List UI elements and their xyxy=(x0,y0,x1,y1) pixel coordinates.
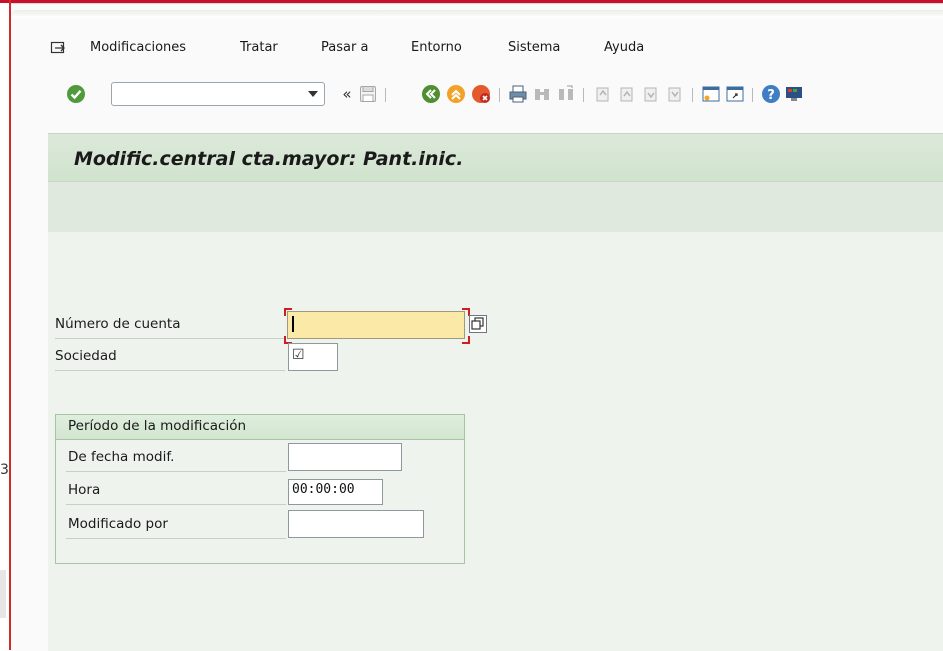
standard-toolbar: « ? xyxy=(11,80,943,110)
focus-corner-tl xyxy=(284,308,292,316)
back-icon[interactable] xyxy=(421,84,441,104)
label-underline xyxy=(55,338,285,339)
changed-by-input[interactable] xyxy=(288,510,424,538)
svg-text:?: ? xyxy=(767,88,775,103)
company-code-checkbox[interactable]: ☑ xyxy=(288,343,338,371)
menu-ayuda[interactable]: Ayuda xyxy=(604,40,644,55)
page-title: Modific.central cta.mayor: Pant.inic. xyxy=(74,148,464,170)
first-page-icon[interactable] xyxy=(593,84,613,104)
title-bar: Modific.central cta.mayor: Pant.inic. xyxy=(48,133,943,182)
command-field[interactable] xyxy=(111,82,325,106)
sap-gui-window: Modificaciones Tratar Pasar a Entorno Si… xyxy=(11,3,943,651)
next-page-icon[interactable] xyxy=(641,84,661,104)
last-page-icon[interactable] xyxy=(665,84,685,104)
customize-layout-icon[interactable] xyxy=(784,84,804,104)
label-underline xyxy=(66,538,286,539)
company-code-label: Sociedad xyxy=(55,348,117,364)
text-cursor xyxy=(292,316,294,332)
background-window-mark xyxy=(0,570,6,618)
period-groupbox: Período de la modificación xyxy=(55,414,465,564)
collapse-command-icon[interactable]: « xyxy=(337,84,357,104)
period-group-header: Período de la modificación xyxy=(56,415,464,440)
from-date-input[interactable] xyxy=(288,443,402,471)
find-icon[interactable] xyxy=(532,84,552,104)
toolbar-separator xyxy=(385,88,386,102)
previous-page-icon[interactable] xyxy=(617,84,637,104)
period-group-title: Período de la modificación xyxy=(68,418,247,434)
from-date-label: De fecha modif. xyxy=(68,449,175,465)
account-number-label: Número de cuenta xyxy=(55,316,181,332)
cancel-icon[interactable] xyxy=(471,84,491,104)
menu-exit-icon[interactable] xyxy=(50,40,66,56)
toolbar-separator xyxy=(499,88,500,102)
label-underline xyxy=(55,370,285,371)
enter-icon[interactable] xyxy=(66,84,86,104)
menu-bar: Modificaciones Tratar Pasar a Entorno Si… xyxy=(11,38,943,60)
label-underline xyxy=(66,471,286,472)
window-header-strip xyxy=(11,10,943,18)
toolbar-separator xyxy=(752,88,753,102)
print-icon[interactable] xyxy=(508,84,528,104)
background-window-glyph: 3 xyxy=(0,462,9,478)
find-next-icon[interactable] xyxy=(556,84,576,104)
application-toolbar xyxy=(48,181,943,233)
exit-icon[interactable] xyxy=(446,84,466,104)
chevron-down-icon[interactable] xyxy=(308,91,318,97)
toolbar-separator xyxy=(692,88,693,102)
focus-corner-br xyxy=(462,336,470,344)
new-session-icon[interactable] xyxy=(701,84,721,104)
time-label: Hora xyxy=(68,482,101,498)
checkbox-check-icon: ☑ xyxy=(292,347,305,363)
menu-entorno[interactable]: Entorno xyxy=(411,40,462,55)
menu-pasar-a[interactable]: Pasar a xyxy=(321,40,368,55)
menu-tratar[interactable]: Tratar xyxy=(240,40,278,55)
create-shortcut-icon[interactable] xyxy=(725,84,745,104)
help-icon[interactable]: ? xyxy=(761,84,781,104)
value-help-icon xyxy=(471,317,484,330)
toolbar-separator xyxy=(583,88,584,102)
save-icon[interactable] xyxy=(358,84,378,104)
value-help-button[interactable] xyxy=(469,315,487,333)
label-underline xyxy=(66,504,286,505)
account-number-input[interactable] xyxy=(287,311,465,339)
menu-modificaciones[interactable]: Modificaciones xyxy=(90,40,186,55)
changed-by-label: Modificado por xyxy=(68,516,168,532)
time-input[interactable]: 00:00:00 xyxy=(288,479,383,505)
menu-sistema[interactable]: Sistema xyxy=(508,40,560,55)
